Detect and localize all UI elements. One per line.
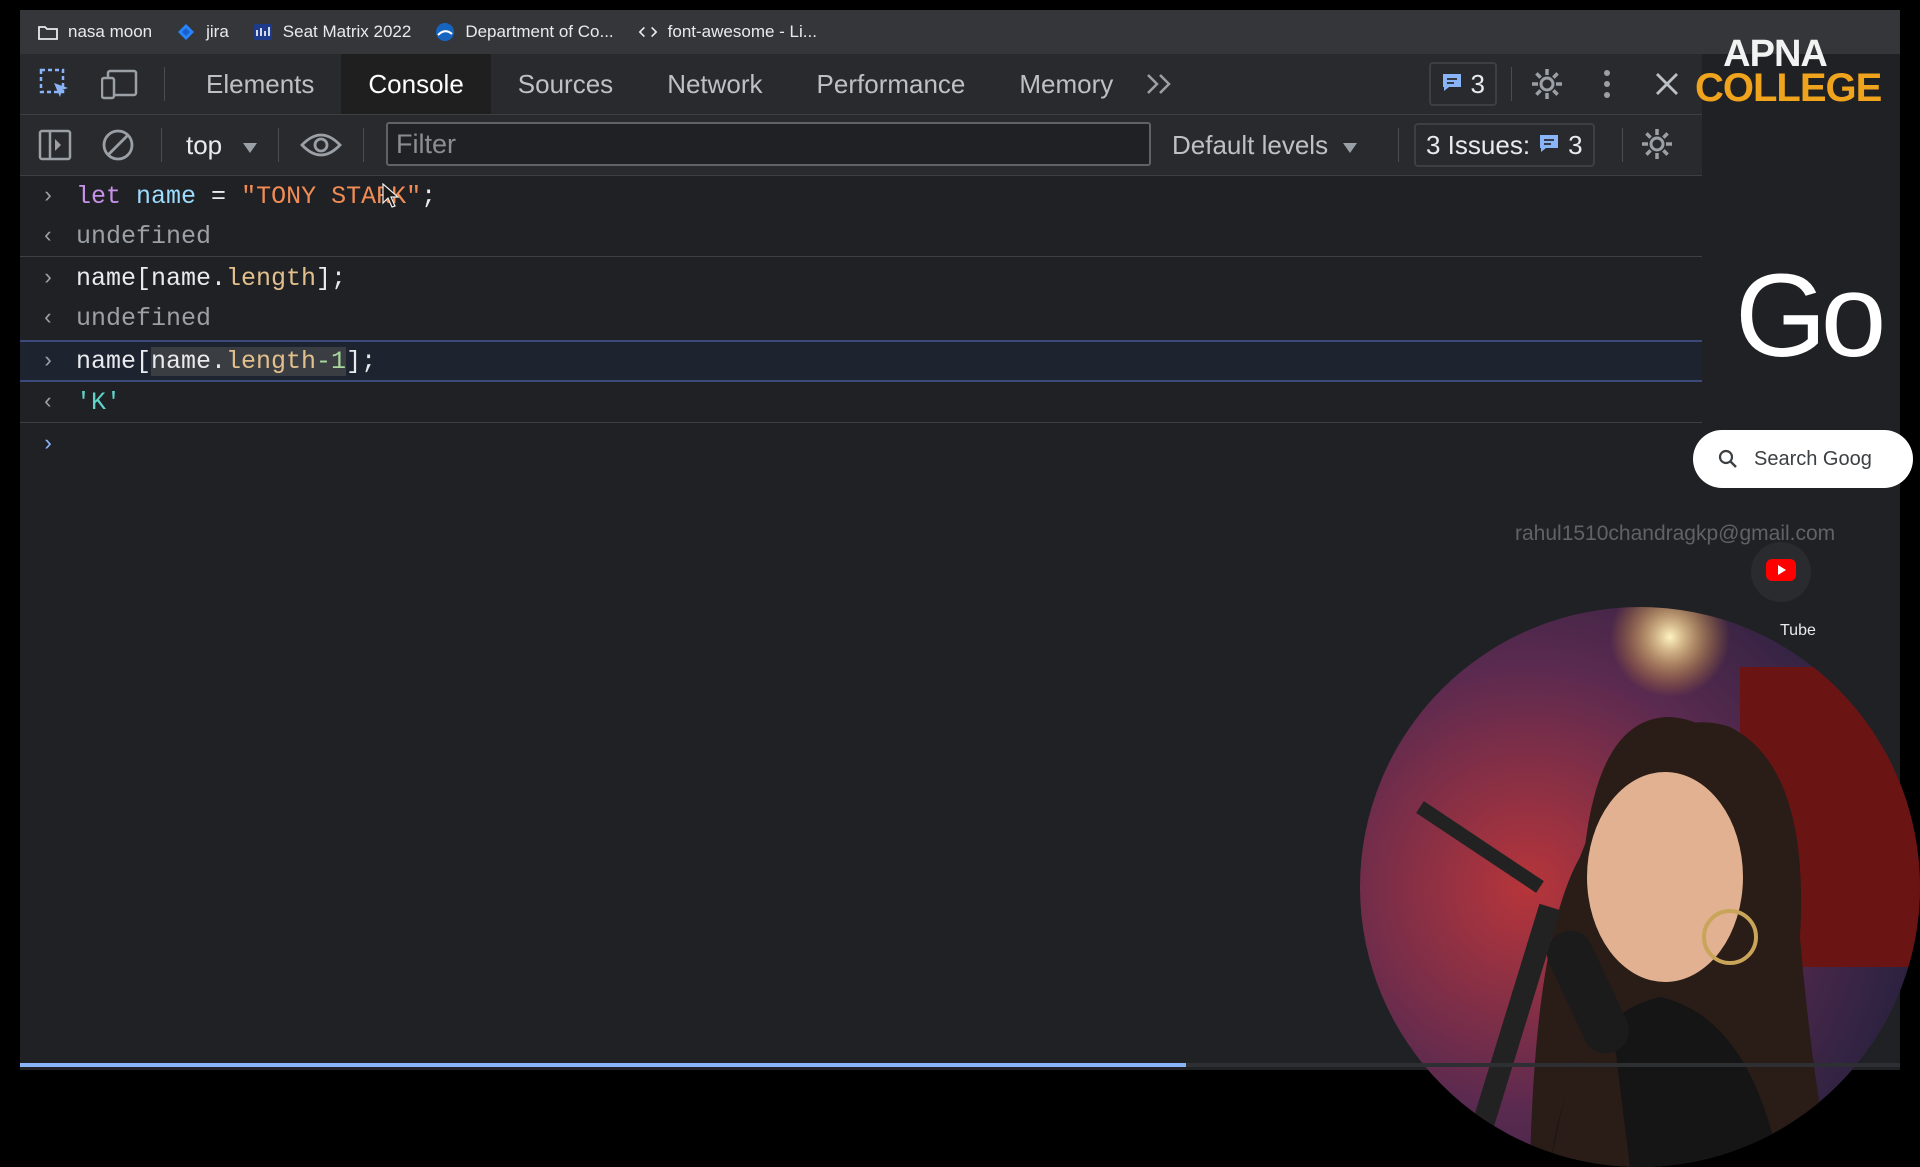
jira-icon [176,22,196,42]
result-value: undefined [76,303,212,333]
prompt-chevron-icon: › [41,431,55,457]
chevron-left-icon: ‹ [41,389,55,415]
seat-matrix-icon [253,22,273,42]
context-label: top [186,129,223,160]
code-segment: name[ [76,346,152,376]
toolbar-separator [278,128,280,162]
console-input-line-selected: › name[name.length-1]; [20,340,1702,382]
devtools-tab-bar: Elements Console Sources Network Perform… [20,54,1702,115]
toolbar-separator [363,128,365,162]
tab-performance[interactable]: Performance [790,54,993,114]
code-punctuation: ; [421,181,437,211]
bookmark-department[interactable]: Department of Co... [435,22,614,42]
messages-count: 3 [1470,68,1485,99]
settings-gear-icon[interactable] [1512,67,1582,101]
video-progress-bar[interactable] [20,1063,1900,1067]
result-value: 'K' [76,387,122,417]
code-segment: ]; [316,263,347,293]
search-placeholder: Search Goog [1754,447,1872,470]
code-number: -1 [316,346,347,376]
code-keyword: let [76,181,122,211]
issues-button[interactable]: 3 Issues: 3 [1414,123,1595,167]
code-segment: name. [151,346,227,376]
device-toolbar-icon[interactable] [90,68,150,100]
console-result-line: ‹ 'K' [20,382,1702,423]
bookmark-label: font-awesome - Li... [667,22,817,41]
video-progress-fill [20,1063,1186,1067]
search-icon [1718,449,1738,469]
messages-badge[interactable]: 3 [1428,62,1497,106]
google-logo: Go [1735,250,1886,382]
log-levels-label: Default levels [1172,129,1329,160]
apna-college-logo: APNA COLLEGE [1695,35,1882,110]
console-toolbar: top Default levels 3 Issues: [20,115,1702,176]
youtube-shortcut[interactable] [1751,542,1811,602]
logo-line-2: COLLEGE [1695,66,1882,110]
chevron-right-icon: › [41,183,55,209]
message-icon [1441,69,1463,100]
code-segment: name. [151,263,227,293]
console-input-line: › name[name.length]; [20,258,1702,298]
context-selector[interactable]: top [174,130,270,161]
toolbar-separator [161,128,162,162]
tab-elements[interactable]: Elements [179,54,341,114]
sidebar-toggle-icon[interactable] [20,129,90,161]
folder-icon [38,22,58,42]
issues-label: 3 Issues: [1426,129,1531,160]
chevron-left-icon: ‹ [41,223,55,249]
webcam-overlay [1360,607,1920,1167]
tab-console[interactable]: Console [341,54,491,114]
code-property: length [226,346,317,376]
bookmarks-bar: nasa moon jira Seat Matrix 2022 Departme… [20,10,1900,54]
code-property: length [226,263,317,293]
chevron-left-icon: ‹ [41,305,55,331]
code-segment: name[ [76,263,152,293]
log-levels-dropdown[interactable]: Default levels [1172,115,1358,175]
tab-sources[interactable]: Sources [491,54,640,114]
close-icon[interactable] [1632,71,1702,97]
tab-memory[interactable]: Memory [992,54,1140,114]
console-settings-gear-icon[interactable] [1640,127,1674,161]
code-segment: ]; [346,346,377,376]
dropdown-arrow-icon [242,130,258,161]
console-result-line: ‹ undefined [20,216,1702,257]
mouse-cursor [382,182,400,214]
youtube-shortcut-label: Tube [1780,622,1816,639]
youtube-icon [1766,558,1796,586]
kebab-menu-icon[interactable] [1582,69,1632,99]
google-search-box[interactable]: Search Goog [1693,430,1913,488]
tab-network[interactable]: Network [640,54,789,114]
console-prompt[interactable]: › [20,424,1702,464]
bookmark-label: Department of Co... [465,22,614,41]
more-tabs-icon[interactable] [1140,72,1180,96]
toolbar-separator [164,67,165,101]
bookmark-nasa-moon[interactable]: nasa moon [38,22,152,42]
message-icon [1538,130,1560,161]
presenter-image [1360,607,1920,1167]
console-result-line: ‹ undefined [20,298,1702,338]
chevron-right-icon: › [41,265,55,291]
bookmark-seat-matrix[interactable]: Seat Matrix 2022 [253,22,412,42]
bookmark-label: jira [206,22,229,41]
bookmark-font-awesome[interactable]: font-awesome - Li... [638,22,817,42]
filter-input[interactable] [386,122,1151,166]
toolbar-separator [1398,128,1399,162]
chevron-right-icon: › [41,348,55,374]
code-icon [638,22,658,42]
live-expression-eye-icon[interactable] [291,132,351,158]
bookmark-label: Seat Matrix 2022 [282,22,412,41]
inspect-element-icon[interactable] [20,67,90,101]
clear-console-icon[interactable] [90,128,145,162]
dropdown-arrow-icon [1342,130,1358,161]
issues-count: 3 [1568,129,1583,160]
result-value: undefined [76,221,212,251]
code-variable: name [136,181,197,211]
toolbar-separator [1622,128,1623,162]
code-operator: = [196,181,242,211]
console-input-line: › let name = "TONY STARK"; [20,176,1702,216]
bookmark-jira[interactable]: jira [176,22,229,42]
bookmark-label: nasa moon [68,22,153,41]
department-icon [435,22,455,42]
